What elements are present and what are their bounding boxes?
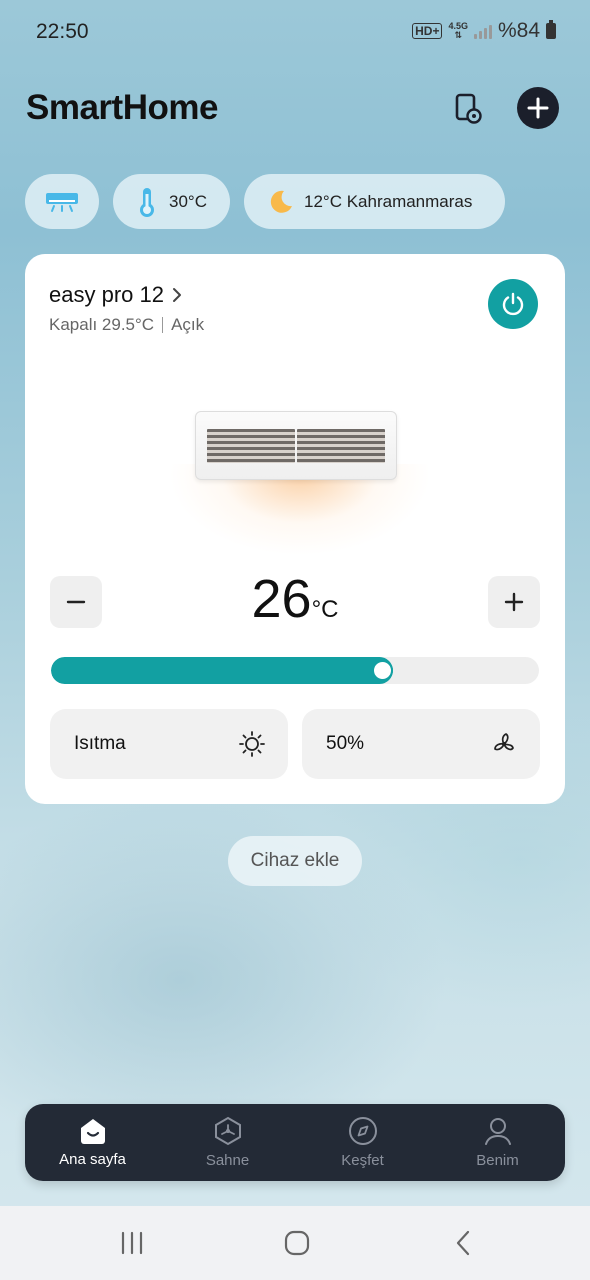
weather-text: 12°C Kahramanmaras [304,191,473,211]
add-button[interactable] [517,87,559,129]
sun-icon [239,731,265,757]
status-indicators: HD+ 4.5G ⇅ %84 [412,19,556,43]
ac-filter-chip[interactable] [25,174,99,229]
app-title: SmartHome [26,88,218,127]
hd-indicator: HD+ [412,23,443,39]
device-status-left: Kapalı 29.5°C [49,315,155,334]
device-status: Kapalı 29.5°C Açık [49,315,204,335]
slider-thumb[interactable] [371,660,393,681]
battery-icon [546,20,556,39]
back-button[interactable] [443,1228,483,1258]
tab-explore-label: Keşfet [341,1152,384,1169]
scene-icon [214,1116,241,1146]
target-temperature-value: 26 [251,569,312,629]
tab-bar: Ana sayfa Sahne Keşfet Benim [25,1104,565,1181]
thermometer-icon [140,187,154,217]
recents-button[interactable] [112,1228,152,1258]
moon-icon [270,190,292,213]
device-settings-icon [455,93,482,124]
back-icon [456,1230,470,1256]
system-navigation-bar [0,1206,590,1280]
status-bar: 22:50 HD+ 4.5G ⇅ %84 [0,0,590,62]
tab-home[interactable]: Ana sayfa [25,1104,160,1181]
home-nav-button[interactable] [277,1228,317,1258]
air-conditioner-image [195,411,397,480]
device-status-right: Açık [171,315,205,334]
device-name: easy pro 12 [49,282,164,307]
signal-icon [473,23,492,39]
home-circle-icon [284,1230,310,1256]
temperature-slider[interactable] [51,657,539,684]
indoor-temperature-chip[interactable]: 30°C [113,174,230,229]
ac-airflow-glow [165,464,435,574]
device-settings-button[interactable] [448,88,488,128]
status-divider [162,317,164,333]
device-name-link[interactable]: easy pro 12 [49,282,182,308]
status-time: 22:50 [36,20,89,43]
recents-icon [121,1231,143,1255]
fan-speed-button[interactable]: 50% [302,709,540,779]
weather-chip[interactable]: 12°C Kahramanmaras [244,174,505,229]
chevron-right-icon [172,288,181,302]
compass-icon [348,1117,377,1145]
add-device-button[interactable]: Cihaz ekle [228,836,362,886]
temperature-unit: °C [311,596,339,623]
fan-speed-label: 50% [326,733,365,754]
tab-scene[interactable]: Sahne [160,1104,295,1181]
power-button[interactable] [488,279,538,329]
network-type: 4.5G [448,21,468,31]
indoor-temperature: 30°C [169,191,207,211]
home-icon [80,1119,105,1144]
network-indicator: 4.5G ⇅ [448,21,468,40]
tab-explore[interactable]: Keşfet [295,1104,430,1181]
mode-label: Isıtma [74,733,126,754]
tab-scene-label: Sahne [205,1152,250,1169]
plus-icon [527,97,549,119]
target-temperature: 26°C [25,568,565,630]
mode-button[interactable]: Isıtma [50,709,288,779]
slider-fill [51,657,393,684]
battery-percent: %84 [497,19,540,42]
power-icon [502,292,524,316]
air-conditioner-icon [46,192,78,212]
plus-small-icon [504,592,524,612]
profile-icon [484,1118,511,1145]
fan-icon [494,733,514,751]
tab-profile[interactable]: Benim [430,1104,565,1181]
tab-home-label: Ana sayfa [59,1151,126,1168]
device-card[interactable]: easy pro 12 Kapalı 29.5°C Açık 26°C Isıt… [25,254,565,804]
increase-temperature-button[interactable] [488,576,540,628]
tab-profile-label: Benim [476,1152,519,1169]
